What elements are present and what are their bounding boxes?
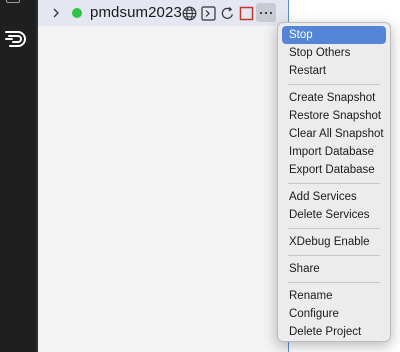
menu-item-stop[interactable]: Stop [282,26,386,44]
menu-item-delete-project[interactable]: Delete Project [282,323,386,341]
activity-top-icon[interactable] [6,0,20,3]
globe-icon[interactable] [181,5,197,21]
menu-separator [288,282,380,283]
menu-item-rename[interactable]: Rename [282,287,386,305]
menu-item-add-services[interactable]: Add Services [282,188,386,206]
status-running-icon [72,8,82,18]
menu-item-share[interactable]: Share [282,260,386,278]
menu-item-xdebug-enable[interactable]: XDebug Enable [282,233,386,251]
menu-separator [288,84,380,85]
menu-separator [288,183,380,184]
project-row[interactable]: pmdsum2023 [38,0,288,26]
menu-item-configure[interactable]: Configure [282,305,386,323]
menu-item-delete-services[interactable]: Delete Services [282,206,386,224]
more-icon [259,11,273,15]
menu-item-export-database[interactable]: Export Database [282,161,386,179]
more-actions-button[interactable] [256,3,276,22]
chevron-right-icon[interactable] [51,8,61,18]
menu-item-import-database[interactable]: Import Database [282,143,386,161]
menu-separator [288,228,380,229]
restart-icon[interactable] [219,5,235,21]
menu-item-stop-others[interactable]: Stop Others [282,44,386,62]
menu-item-create-snapshot[interactable]: Create Snapshot [282,89,386,107]
menu-separator [288,255,380,256]
activity-bar [0,0,36,352]
context-menu: Stop Stop Others Restart Create Snapshot Res… [277,22,391,342]
terminal-icon[interactable] [200,5,216,21]
editor-window: pmdsum2023 Stop Stop Others Restart Crea… [0,0,400,352]
menu-item-clear-all-snapshot[interactable]: Clear All Snapshot [282,125,386,143]
menu-item-restart[interactable]: Restart [282,62,386,80]
stop-icon[interactable] [238,5,254,21]
sidebar: pmdsum2023 [38,0,288,352]
ddev-logo-icon[interactable] [4,28,32,50]
menu-item-restore-snapshot[interactable]: Restore Snapshot [282,107,386,125]
project-name: pmdsum2023 [90,4,182,21]
